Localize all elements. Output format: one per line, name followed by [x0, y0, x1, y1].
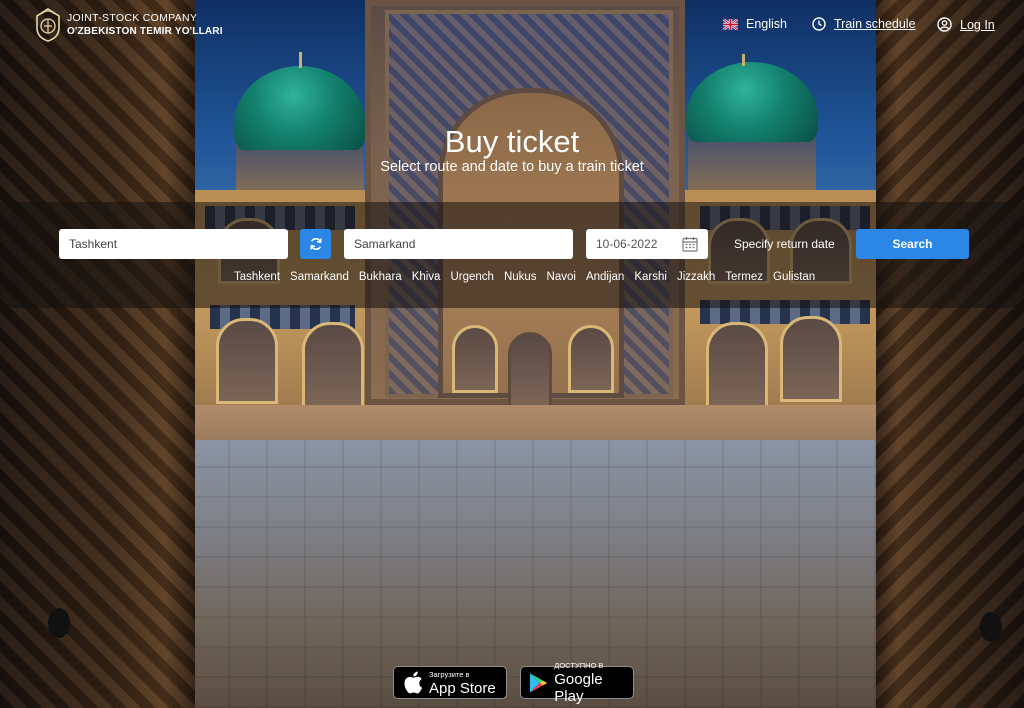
city-link[interactable]: Andijan	[586, 271, 624, 283]
arch-door	[508, 332, 552, 408]
clock-icon	[812, 17, 826, 31]
logo-line2: O'ZBEKISTON TEMIR YO'LLARI	[67, 26, 223, 37]
date-picker[interactable]: 10-06-2022	[586, 229, 708, 259]
login-label: Log In	[960, 17, 995, 32]
page-title: Buy ticket	[444, 124, 580, 159]
app-store-text: Загрузите в App Store	[429, 669, 496, 697]
facade-niche	[302, 322, 364, 408]
logo-line1: JOINT-STOCK COMPANY	[67, 12, 198, 24]
date-value: 10-06-2022	[596, 237, 658, 251]
facade-niche	[780, 316, 842, 402]
door-knob	[48, 608, 70, 638]
city-link[interactable]: Tashkent	[234, 271, 280, 283]
app-store-label: App Store	[429, 679, 496, 697]
login-link[interactable]: Log In	[937, 17, 995, 32]
city-link[interactable]: Jizzakh	[677, 271, 715, 283]
refresh-swap-icon	[309, 238, 322, 250]
search-button[interactable]: Search	[856, 229, 969, 259]
arch-window	[568, 325, 614, 393]
google-play-small-text: ДОСТУПНО В	[554, 661, 604, 670]
left-carved-door	[0, 0, 195, 708]
google-play-text: ДОСТУПНО В Google Play	[554, 660, 633, 705]
platform	[192, 405, 882, 443]
door-knob	[980, 612, 1002, 642]
google-play-icon	[529, 672, 548, 693]
right-spire	[742, 54, 745, 66]
city-link[interactable]: Navoi	[547, 271, 576, 283]
calendar-icon	[682, 237, 698, 252]
language-selector[interactable]: English	[723, 17, 787, 31]
company-logo[interactable]: JOINT-STOCK COMPANY O'ZBEKISTON TEMIR YO…	[35, 8, 223, 42]
google-play-label: Google Play	[554, 671, 603, 705]
city-link[interactable]: Termez	[725, 271, 763, 283]
facade-niche	[216, 318, 278, 404]
apple-icon	[404, 671, 423, 694]
app-store-small-text: Загрузите в	[429, 669, 470, 679]
city-link[interactable]: Nukus	[504, 271, 537, 283]
train-schedule-link[interactable]: Train schedule	[812, 17, 916, 31]
app-store-badge[interactable]: Загрузите в App Store	[393, 666, 507, 699]
background-photo	[0, 0, 1024, 708]
facade-niche	[706, 322, 768, 408]
specify-return-date-link[interactable]: Specify return date	[734, 237, 835, 251]
train-schedule-label: Train schedule	[834, 17, 916, 31]
city-link[interactable]: Khiva	[412, 271, 441, 283]
user-icon	[937, 17, 952, 32]
city-link[interactable]: Gulistan	[773, 271, 815, 283]
arrival-station-input[interactable]	[344, 229, 573, 259]
right-carved-door	[876, 0, 1024, 708]
left-spire	[299, 52, 302, 68]
arch-window	[452, 325, 498, 393]
emblem-icon	[36, 8, 60, 42]
uk-flag-icon	[723, 18, 738, 30]
departure-station-input[interactable]	[59, 229, 288, 259]
logo-text: JOINT-STOCK COMPANY O'ZBEKISTON TEMIR YO…	[67, 12, 223, 38]
popular-cities: Tashkent Samarkand Bukhara Khiva Urgench…	[234, 271, 815, 283]
city-link[interactable]: Samarkand	[290, 271, 349, 283]
language-label: English	[746, 17, 787, 31]
city-link[interactable]: Karshi	[634, 271, 667, 283]
city-link[interactable]: Urgench	[450, 271, 493, 283]
page-subtitle: Select route and date to buy a train tic…	[380, 159, 644, 175]
city-link[interactable]: Bukhara	[359, 271, 402, 283]
swap-stations-button[interactable]	[300, 229, 331, 259]
google-play-badge[interactable]: ДОСТУПНО В Google Play	[520, 661, 634, 705]
